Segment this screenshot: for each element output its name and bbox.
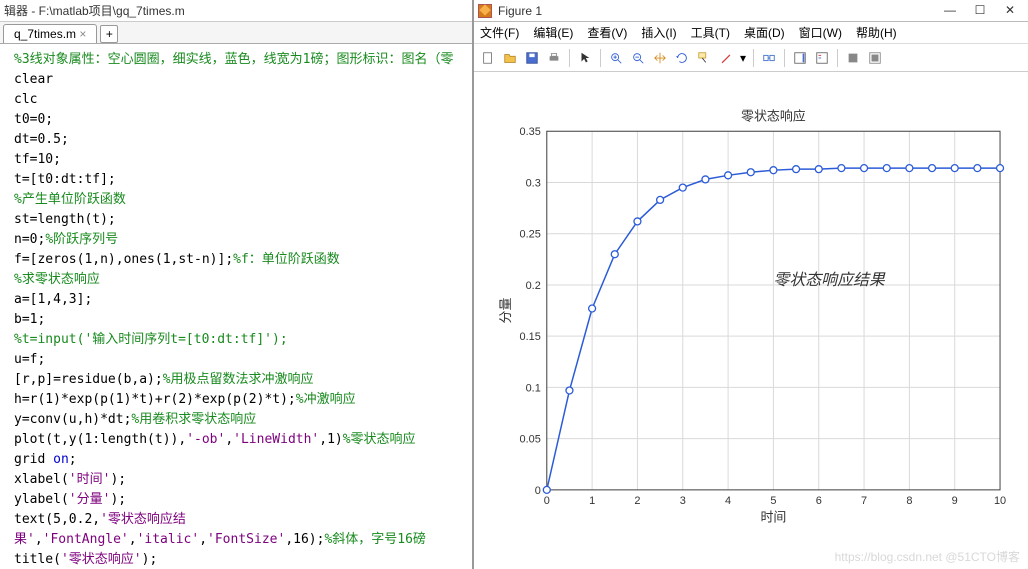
svg-text:0: 0 bbox=[544, 495, 550, 507]
figure-menubar: 文件(F) 编辑(E) 查看(V) 插入(I) 工具(T) 桌面(D) 窗口(W) 帮助(H) bbox=[474, 22, 1028, 44]
code-line: [r,p]=residue(b,a);%用极点留数法求冲激响应 bbox=[14, 370, 468, 390]
code-line: xlabel('时间'); bbox=[14, 470, 468, 490]
figure-title: Figure 1 bbox=[498, 4, 542, 18]
menu-item[interactable]: 桌面(D) bbox=[744, 24, 785, 41]
code-line: title('零状态响应'); bbox=[14, 550, 468, 569]
plot-area: 0 1 2 3 4 5 6 7 8 9 10 0 0.05 0.1 0.15 0.2 0.25 0.3 0.35 零状… bbox=[474, 72, 1028, 569]
code-line: dt=0.5; bbox=[14, 130, 468, 150]
editor-pane: 辑器 - F:\matlab项目\gq_7times.m q_7times.m … bbox=[0, 0, 473, 569]
svg-text:5: 5 bbox=[770, 495, 776, 507]
datatip-icon[interactable] bbox=[694, 48, 714, 68]
code-line: %求零状态响应 bbox=[14, 270, 468, 290]
code-line: f=[zeros(1,n),ones(1,st-n)];%f：单位阶跃函数 bbox=[14, 250, 468, 270]
code-line: b=1; bbox=[14, 310, 468, 330]
menu-item[interactable]: 查看(V) bbox=[587, 24, 627, 41]
colorbar-icon[interactable] bbox=[790, 48, 810, 68]
matlab-icon bbox=[478, 4, 492, 18]
file-tab[interactable]: q_7times.m × bbox=[3, 24, 97, 43]
svg-text:1: 1 bbox=[589, 495, 595, 507]
code-line: t0=0; bbox=[14, 110, 468, 130]
svg-text:0.15: 0.15 bbox=[520, 331, 541, 343]
show-tools-icon[interactable] bbox=[865, 48, 885, 68]
svg-text:0: 0 bbox=[535, 485, 541, 497]
pointer-icon[interactable] bbox=[575, 48, 595, 68]
watermark: https://blog.csdn.net @51CTO博客 bbox=[835, 548, 1020, 565]
svg-text:零状态响应: 零状态响应 bbox=[741, 108, 806, 123]
code-line: grid on; bbox=[14, 450, 468, 470]
brush-icon[interactable] bbox=[716, 48, 736, 68]
code-line: tf=10; bbox=[14, 150, 468, 170]
svg-text:0.25: 0.25 bbox=[520, 229, 541, 241]
svg-text:9: 9 bbox=[952, 495, 958, 507]
legend-icon[interactable] bbox=[812, 48, 832, 68]
code-line: a=[1,4,3]; bbox=[14, 290, 468, 310]
code-line: %产生单位阶跃函数 bbox=[14, 190, 468, 210]
svg-text:0.1: 0.1 bbox=[526, 382, 541, 394]
figure-toolbar: ▾ bbox=[474, 44, 1028, 72]
editor-titlebar: 辑器 - F:\matlab项目\gq_7times.m bbox=[0, 0, 472, 22]
svg-text:0.3: 0.3 bbox=[526, 177, 541, 189]
open-icon[interactable] bbox=[500, 48, 520, 68]
code-line: st=length(t); bbox=[14, 210, 468, 230]
svg-text:6: 6 bbox=[816, 495, 822, 507]
code-line: clc bbox=[14, 90, 468, 110]
zoom-in-icon[interactable] bbox=[606, 48, 626, 68]
code-line: plot(t,y(1:length(t)),'-ob','LineWidth',… bbox=[14, 430, 468, 450]
pan-icon[interactable] bbox=[650, 48, 670, 68]
figure-titlebar: Figure 1 — ☐ ✕ bbox=[474, 0, 1028, 22]
brush-dropdown-icon[interactable]: ▾ bbox=[738, 48, 748, 68]
svg-text:0.35: 0.35 bbox=[520, 126, 541, 138]
new-icon[interactable] bbox=[478, 48, 498, 68]
menu-item[interactable]: 帮助(H) bbox=[856, 24, 897, 41]
save-icon[interactable] bbox=[522, 48, 542, 68]
zoom-out-icon[interactable] bbox=[628, 48, 648, 68]
svg-text:分量: 分量 bbox=[498, 298, 513, 324]
menu-item[interactable]: 窗口(W) bbox=[799, 24, 842, 41]
chart: 0 1 2 3 4 5 6 7 8 9 10 0 0.05 0.1 0.15 0.2 0.25 0.3 0.35 零状… bbox=[492, 86, 1010, 565]
code-line: u=f; bbox=[14, 350, 468, 370]
file-tab-label: q_7times.m bbox=[14, 27, 76, 41]
new-tab-button[interactable]: + bbox=[100, 25, 118, 43]
hide-tools-icon[interactable] bbox=[843, 48, 863, 68]
code-line: h=r(1)*exp(p(1)*t)+r(2)*exp(p(2)*t);%冲激响… bbox=[14, 390, 468, 410]
svg-text:2: 2 bbox=[634, 495, 640, 507]
link-icon[interactable] bbox=[759, 48, 779, 68]
code-line: t=[t0:dt:tf]; bbox=[14, 170, 468, 190]
editor-tabstrip: q_7times.m × + bbox=[0, 22, 472, 44]
svg-text:4: 4 bbox=[725, 495, 731, 507]
svg-text:7: 7 bbox=[861, 495, 867, 507]
figure-window: Figure 1 — ☐ ✕ 文件(F) 编辑(E) 查看(V) 插入(I) 工具(T)… bbox=[473, 0, 1028, 569]
code-line: text(5,0.2,'零状态响应结果','FontAngle','italic… bbox=[14, 510, 468, 550]
code-line: clear bbox=[14, 70, 468, 90]
menu-item[interactable]: 文件(F) bbox=[480, 24, 519, 41]
code-line: %t=input('输入时间序列t=[t0:dt:tf]'); bbox=[14, 330, 468, 350]
code-area[interactable]: %3线对象属性：空心圆圈，细实线，蓝色，线宽为1磅；图形标识：图名（零clear… bbox=[0, 44, 472, 569]
svg-text:3: 3 bbox=[680, 495, 686, 507]
svg-text:0.05: 0.05 bbox=[520, 434, 541, 446]
svg-text:10: 10 bbox=[994, 495, 1006, 507]
maximize-button[interactable]: ☐ bbox=[966, 2, 994, 20]
rotate-icon[interactable] bbox=[672, 48, 692, 68]
code-line: n=0;%阶跃序列号 bbox=[14, 230, 468, 250]
code-line: %3线对象属性：空心圆圈，细实线，蓝色，线宽为1磅；图形标识：图名（零 bbox=[14, 50, 468, 70]
svg-text:零状态响应结果: 零状态响应结果 bbox=[773, 271, 886, 289]
menu-item[interactable]: 插入(I) bbox=[641, 24, 676, 41]
close-button[interactable]: ✕ bbox=[996, 2, 1024, 20]
code-line: ylabel('分量'); bbox=[14, 490, 468, 510]
menu-item[interactable]: 工具(T) bbox=[691, 24, 730, 41]
svg-text:0.2: 0.2 bbox=[526, 280, 541, 292]
svg-text:时间: 时间 bbox=[760, 510, 786, 525]
svg-text:8: 8 bbox=[906, 495, 912, 507]
tab-close-icon[interactable]: × bbox=[79, 27, 86, 41]
minimize-button[interactable]: — bbox=[936, 2, 964, 20]
print-icon[interactable] bbox=[544, 48, 564, 68]
code-line: y=conv(u,h)*dt;%用卷积求零状态响应 bbox=[14, 410, 468, 430]
menu-item[interactable]: 编辑(E) bbox=[533, 24, 573, 41]
